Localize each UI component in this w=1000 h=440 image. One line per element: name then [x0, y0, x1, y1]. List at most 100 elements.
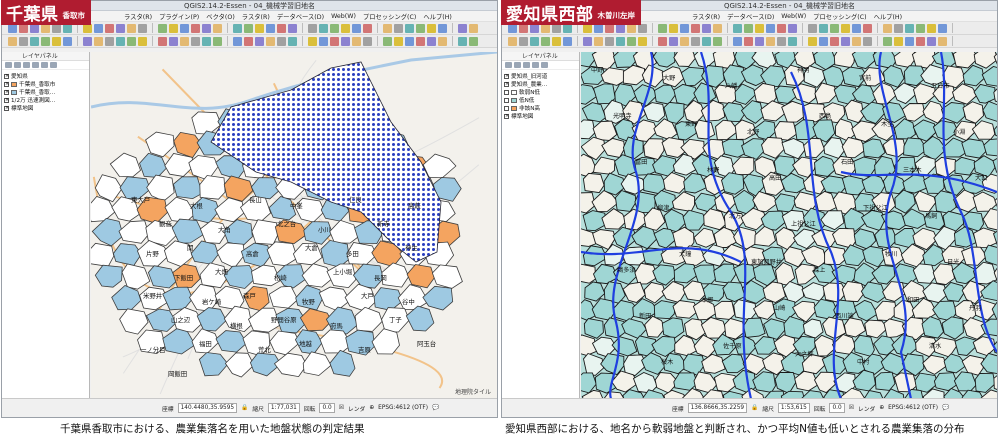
tool-button-icon[interactable]: [916, 36, 925, 46]
tool-button-icon[interactable]: [627, 36, 636, 46]
menu-item-1[interactable]: データベース(D): [727, 12, 774, 21]
tool-button-icon[interactable]: [755, 36, 764, 46]
tool-button-icon[interactable]: [841, 23, 850, 33]
tool-button-icon[interactable]: [213, 36, 222, 46]
tool-button-icon[interactable]: [519, 36, 528, 46]
tool-button-icon[interactable]: [927, 23, 936, 33]
tool-button-icon[interactable]: [458, 23, 467, 33]
layer-checkbox[interactable]: [504, 105, 509, 111]
tool-button-icon[interactable]: [405, 36, 414, 46]
settlement-polygon[interactable]: [774, 193, 796, 213]
crs-label[interactable]: EPSG:4612 (OTF): [888, 405, 938, 411]
tool-button-icon[interactable]: [63, 36, 72, 46]
tool-button-icon[interactable]: [138, 36, 147, 46]
remove-layer-icon[interactable]: [50, 62, 57, 68]
menu-item-0[interactable]: ラスタ(R): [124, 12, 152, 21]
tool-button-icon[interactable]: [658, 36, 667, 46]
tool-button-icon[interactable]: [416, 36, 425, 46]
tool-button-icon[interactable]: [819, 23, 828, 33]
add-layer-icon[interactable]: [5, 62, 12, 68]
tool-button-icon[interactable]: [808, 36, 817, 46]
tool-button-icon[interactable]: [469, 36, 478, 46]
tool-button-icon[interactable]: [341, 36, 350, 46]
tool-button-icon[interactable]: [733, 23, 742, 33]
tool-button-icon[interactable]: [30, 36, 39, 46]
tool-button-icon[interactable]: [319, 23, 328, 33]
tool-button-icon[interactable]: [383, 36, 392, 46]
tool-button-icon[interactable]: [138, 23, 147, 33]
tool-button-icon[interactable]: [438, 23, 447, 33]
settlement-polygon[interactable]: [694, 119, 716, 140]
tool-button-icon[interactable]: [213, 23, 222, 33]
render-checkbox[interactable]: ☒: [339, 405, 344, 411]
tool-button-icon[interactable]: [830, 36, 839, 46]
tool-button-icon[interactable]: [894, 36, 903, 46]
settlement-polygon[interactable]: [972, 227, 998, 249]
tool-button-icon[interactable]: [352, 36, 361, 46]
tool-button-icon[interactable]: [905, 23, 914, 33]
tool-button-icon[interactable]: [438, 36, 447, 46]
settlement-polygon[interactable]: [91, 242, 115, 267]
map-canvas[interactable]: 東大戸 大根 長山 中峯 仁良 高萩 観音 大角 北之台 小川 新寺 片野 関高倉 大倉 多田 神生 下飯田 大畑…: [91, 52, 497, 399]
tool-button-icon[interactable]: [680, 23, 689, 33]
filter-icon[interactable]: [523, 62, 530, 68]
menu-item-0[interactable]: ラスタ(R): [692, 12, 720, 21]
tool-button-icon[interactable]: [116, 36, 125, 46]
layer-item[interactable]: × 千葉県_香取市: [4, 80, 89, 88]
tool-button-icon[interactable]: [938, 36, 947, 46]
tool-button-icon[interactable]: [863, 23, 872, 33]
tool-button-icon[interactable]: [691, 23, 700, 33]
layer-checkbox[interactable]: ×: [4, 81, 9, 87]
settlement-polygon[interactable]: [874, 371, 896, 391]
tool-button-icon[interactable]: [363, 36, 372, 46]
tool-button-icon[interactable]: [105, 36, 114, 46]
tool-button-icon[interactable]: [266, 23, 275, 33]
tool-button-icon[interactable]: [702, 36, 711, 46]
map-svg[interactable]: 東大戸大根 長山中峯 仁良高萩観音大角 北之台小川 新寺片野 関高倉 大倉多田 神生下飯田 大畑…: [91, 52, 497, 399]
tool-button-icon[interactable]: [766, 36, 775, 46]
tool-button-icon[interactable]: [83, 36, 92, 46]
settlement-polygon[interactable]: [251, 219, 278, 245]
menu-item-7[interactable]: ヘルプ(H): [423, 12, 452, 21]
tool-button-icon[interactable]: [744, 36, 753, 46]
eye-icon[interactable]: [514, 62, 521, 68]
layer-checkbox[interactable]: [504, 97, 509, 103]
menu-item-2[interactable]: ベクタ(O): [206, 12, 235, 21]
tool-button-icon[interactable]: [894, 23, 903, 33]
scale-field[interactable]: 1:53,615: [777, 403, 810, 413]
layer-checkbox[interactable]: ×: [4, 97, 9, 103]
tool-button-icon[interactable]: [669, 23, 678, 33]
tool-button-icon[interactable]: [180, 36, 189, 46]
tool-button-icon[interactable]: [733, 36, 742, 46]
tool-button-icon[interactable]: [158, 36, 167, 46]
scale-field[interactable]: 1:77,031: [267, 403, 300, 413]
tool-button-icon[interactable]: [605, 36, 614, 46]
tool-button-icon[interactable]: [658, 23, 667, 33]
menu-item-2[interactable]: Web(W): [781, 13, 806, 20]
layer-checkbox[interactable]: ×: [504, 73, 509, 79]
layer-item[interactable]: × 愛知県: [4, 72, 89, 80]
tool-button-icon[interactable]: [755, 23, 764, 33]
tool-button-icon[interactable]: [383, 23, 392, 33]
tool-button-icon[interactable]: [777, 36, 786, 46]
tool-button-icon[interactable]: [127, 36, 136, 46]
tool-button-icon[interactable]: [916, 23, 925, 33]
tool-button-icon[interactable]: [233, 23, 242, 33]
tool-button-icon[interactable]: [330, 36, 339, 46]
crs-icon[interactable]: ⊕: [879, 405, 884, 411]
tool-button-icon[interactable]: [883, 23, 892, 33]
layer-item[interactable]: 低N低: [504, 96, 579, 104]
tool-button-icon[interactable]: [288, 36, 297, 46]
tool-button-icon[interactable]: [277, 36, 286, 46]
tool-button-icon[interactable]: [808, 23, 817, 33]
layer-item[interactable]: × 千葉県_香取…: [4, 88, 89, 96]
collapse-icon[interactable]: [41, 62, 48, 68]
eye-icon[interactable]: [14, 62, 21, 68]
tool-button-icon[interactable]: [41, 36, 50, 46]
tool-button-icon[interactable]: [788, 23, 797, 33]
tool-button-icon[interactable]: [863, 36, 872, 46]
tool-button-icon[interactable]: [94, 36, 103, 46]
tool-button-icon[interactable]: [841, 36, 850, 46]
map-canvas[interactable]: 中野 大野 八幡 神明 宮前 五日市 光明寺 東野 北野 西島 木全 小淵 富田 林野 高田 石田 三本木 大口柳…: [581, 52, 997, 399]
tool-button-icon[interactable]: [169, 23, 178, 33]
